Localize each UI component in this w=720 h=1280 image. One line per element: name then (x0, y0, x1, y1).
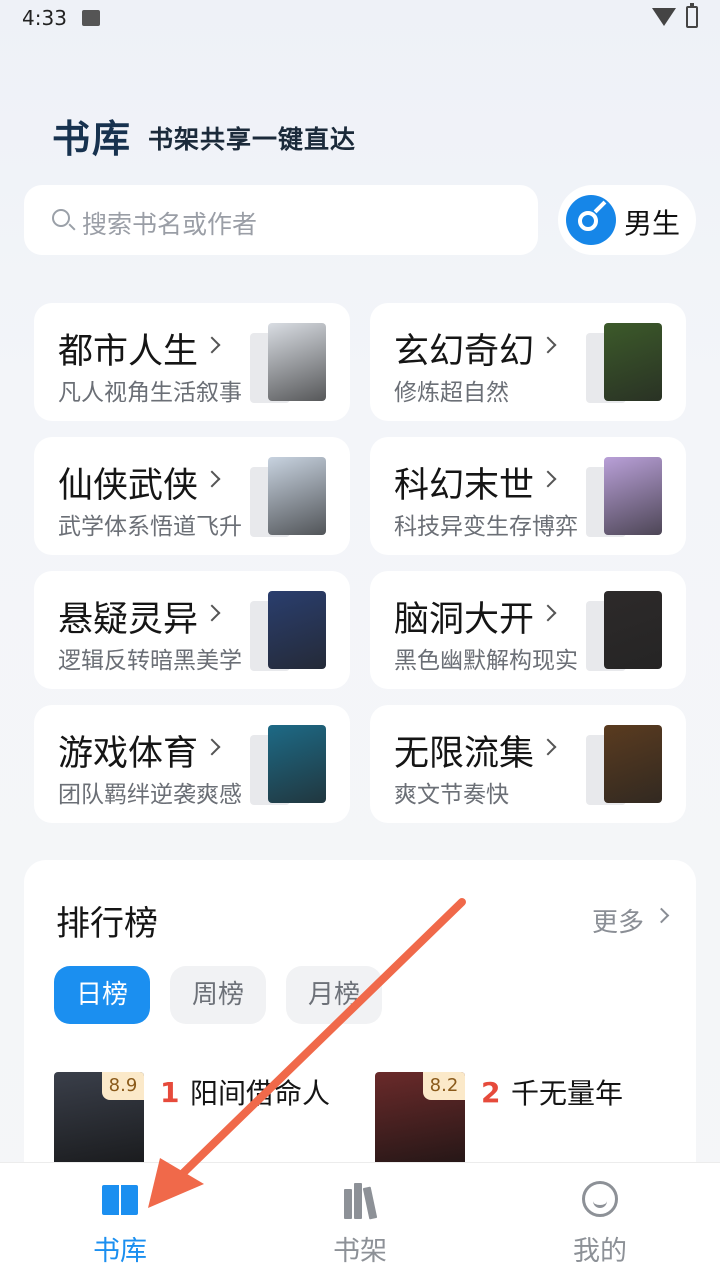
book-rank: 2 (481, 1076, 501, 1109)
chevron-right-icon (203, 470, 221, 488)
battery-icon (686, 3, 698, 28)
category-subtitle: 逻辑反转暗黑美学 (58, 648, 242, 674)
book-cover (604, 591, 662, 669)
category-title: 脑洞大开 (394, 600, 535, 640)
chevron-right-icon (539, 336, 557, 354)
search-icon (52, 209, 70, 227)
category-title: 无限流集 (394, 734, 535, 774)
book-rank: 1 (160, 1076, 180, 1109)
category-subtitle: 武学体系悟道飞升 (58, 514, 242, 540)
wifi-icon (652, 8, 676, 26)
ranking-more-link[interactable]: 更多 (592, 902, 644, 939)
nav-item-bookshelf[interactable]: 书架 (300, 1163, 420, 1280)
smiley-icon (582, 1181, 618, 1217)
category-card[interactable]: 仙侠武侠武学体系悟道飞升 (34, 437, 350, 555)
category-subtitle: 团队羁绊逆袭爽感 (58, 782, 242, 808)
bottom-nav: 书库 书架 我的 (0, 1162, 720, 1280)
chevron-right-icon (539, 604, 557, 622)
book-cover (604, 725, 662, 803)
nav-item-profile[interactable]: 我的 (540, 1163, 660, 1280)
ranking-title: 排行榜 (56, 904, 158, 944)
category-card[interactable]: 脑洞大开黑色幽默解构现实 (370, 571, 686, 689)
category-title: 游戏体育 (58, 734, 199, 774)
book-cover (268, 591, 326, 669)
book-title: 阳间借命人 (190, 1077, 331, 1110)
chevron-right-icon (203, 604, 221, 622)
book-score: 8.9 (102, 1072, 144, 1100)
book-cover (268, 457, 326, 535)
nav-label-profile: 我的 (573, 1236, 627, 1267)
category-subtitle: 修炼超自然 (394, 380, 509, 406)
category-title: 悬疑灵异 (58, 600, 199, 640)
category-title: 玄幻奇幻 (394, 332, 535, 372)
book-cover (604, 323, 662, 401)
tab-weekly[interactable]: 周榜 (170, 966, 266, 1024)
nav-item-library[interactable]: 书库 (60, 1163, 180, 1280)
category-card[interactable]: 玄幻奇幻 修炼超自然 (370, 303, 686, 421)
book-cover (268, 323, 326, 401)
male-icon (566, 195, 616, 245)
category-card[interactable]: 无限流集 爽文节奏快 (370, 705, 686, 823)
bookshelf-icon (342, 1181, 380, 1220)
tab-monthly[interactable]: 月榜 (286, 966, 382, 1024)
chevron-right-icon (203, 336, 221, 354)
status-bar: 4:33 (0, 0, 720, 36)
status-time: 4:33 (22, 6, 67, 30)
tab-daily[interactable]: 日榜 (54, 966, 150, 1024)
open-book-icon (102, 1185, 138, 1215)
nav-label-library: 书库 (93, 1236, 147, 1267)
category-subtitle: 凡人视角生活叙事 (58, 380, 242, 406)
gender-label: 男生 (624, 207, 681, 240)
search-placeholder: 搜索书名或作者 (82, 210, 258, 239)
book-cover (268, 725, 326, 803)
category-subtitle: 黑色幽默解构现实 (394, 648, 578, 674)
category-title: 都市人生 (58, 332, 199, 372)
book-score: 8.2 (423, 1072, 465, 1100)
nav-label-bookshelf: 书架 (333, 1236, 387, 1267)
search-box[interactable]: 搜索书名或作者 (24, 185, 538, 255)
category-subtitle: 科技异变生存博弈 (394, 514, 578, 540)
category-title: 仙侠武侠 (58, 466, 199, 506)
category-card[interactable]: 科幻末世科技异变生存博弈 (370, 437, 686, 555)
chevron-right-icon (203, 738, 221, 756)
chevron-right-icon (539, 470, 557, 488)
chevron-right-icon (539, 738, 557, 756)
chevron-right-icon (653, 907, 670, 924)
page-title: 书库 (52, 117, 133, 161)
category-card[interactable]: 都市人生凡人视角生活叙事 (34, 303, 350, 421)
book-cover (604, 457, 662, 535)
book-title: 千无量年 (511, 1077, 624, 1110)
image-notification-icon (82, 10, 100, 26)
category-card[interactable]: 悬疑灵异逻辑反转暗黑美学 (34, 571, 350, 689)
page-slogan: 书架共享一键直达 (148, 125, 357, 154)
gender-switch-button[interactable]: 男生 (558, 185, 696, 255)
category-card[interactable]: 游戏体育团队羁绊逆袭爽感 (34, 705, 350, 823)
category-subtitle: 爽文节奏快 (394, 782, 509, 808)
category-title: 科幻末世 (394, 466, 535, 506)
